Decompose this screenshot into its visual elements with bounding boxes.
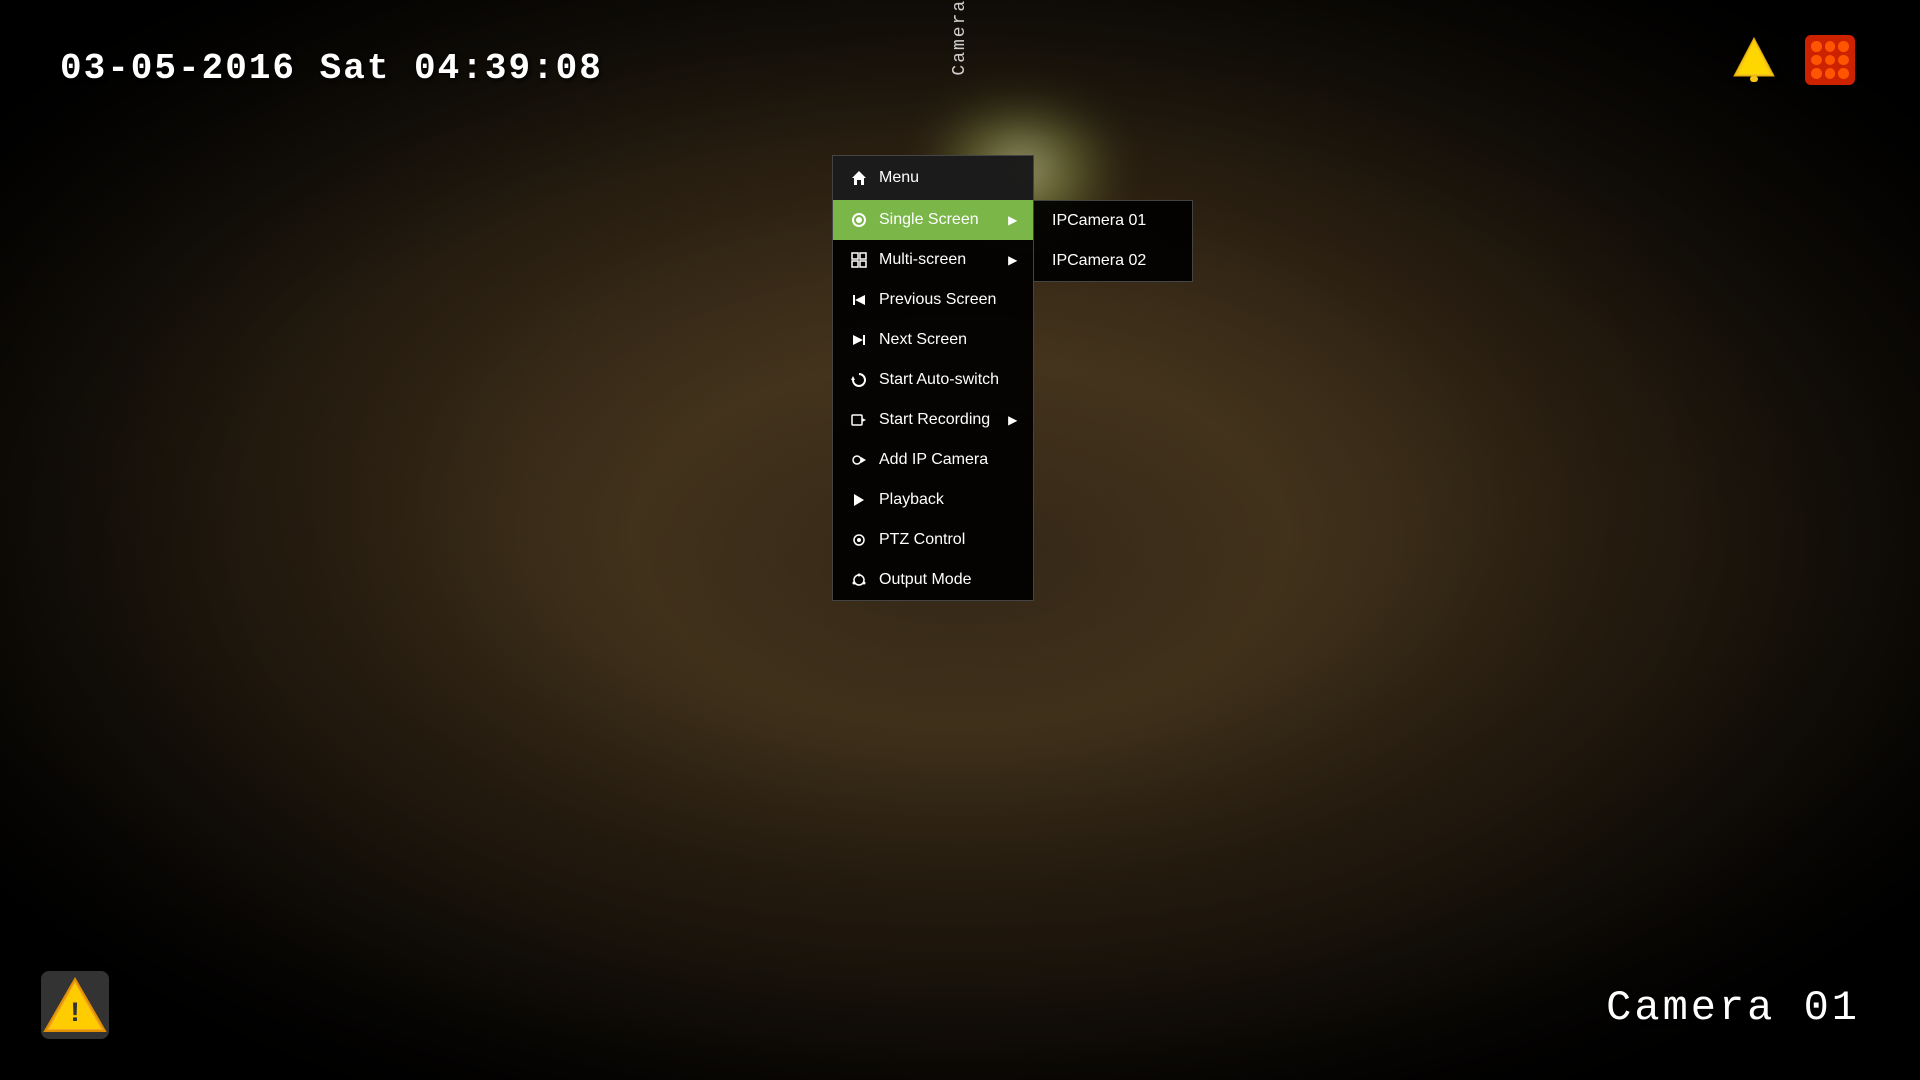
start-recording-label: Start Recording xyxy=(879,411,990,429)
add-ip-camera-icon xyxy=(849,450,869,470)
start-recording-icon xyxy=(849,410,869,430)
output-mode-label: Output Mode xyxy=(879,571,1017,589)
multi-screen-label: Multi-screen xyxy=(879,251,990,269)
start-recording-arrow: ▶ xyxy=(1008,413,1017,427)
multi-screen-icon xyxy=(849,250,869,270)
menu-item-single-screen[interactable]: Single Screen ▶ IPCamera 01 IPCamera 02 xyxy=(833,200,1033,240)
menu-item-playback[interactable]: Playback xyxy=(833,480,1033,520)
menu-item-next-screen[interactable]: Next Screen xyxy=(833,320,1033,360)
top-right-icons xyxy=(1724,30,1860,90)
add-ip-camera-label: Add IP Camera xyxy=(879,451,1017,469)
ipcamera-02-label: IPCamera 02 xyxy=(1052,252,1146,270)
ptz-control-label: PTZ Control xyxy=(879,531,1017,549)
menu-label: Menu xyxy=(879,169,1017,187)
bell-icon[interactable] xyxy=(1724,30,1784,90)
menu-item-add-ip-camera[interactable]: Add IP Camera xyxy=(833,440,1033,480)
output-mode-icon xyxy=(849,570,869,590)
playback-label: Playback xyxy=(879,491,1017,509)
submenu-ipcamera-01[interactable]: IPCamera 01 xyxy=(1034,201,1192,241)
menu-item-menu[interactable]: Menu xyxy=(833,156,1033,200)
record-dots-icon[interactable] xyxy=(1800,30,1860,90)
previous-screen-icon xyxy=(849,290,869,310)
menu-item-output-mode[interactable]: Output Mode xyxy=(833,560,1033,600)
single-screen-icon xyxy=(849,210,869,230)
single-screen-label: Single Screen xyxy=(879,211,990,229)
next-screen-label: Next Screen xyxy=(879,331,1017,349)
menu-item-ptz-control[interactable]: PTZ Control xyxy=(833,520,1033,560)
playback-icon xyxy=(849,490,869,510)
menu-home-icon xyxy=(849,168,869,188)
auto-switch-icon xyxy=(849,370,869,390)
camera-top-label: Camera 01 xyxy=(950,0,970,76)
previous-screen-label: Previous Screen xyxy=(879,291,1017,309)
svg-text:!: ! xyxy=(67,999,84,1030)
context-menu: Menu Single Screen ▶ IPCamera 01 IPCamer… xyxy=(832,155,1034,601)
warning-icon[interactable]: ! xyxy=(40,970,110,1040)
menu-item-start-recording[interactable]: Start Recording ▶ xyxy=(833,400,1033,440)
submenu-ipcamera-02[interactable]: IPCamera 02 xyxy=(1034,241,1192,281)
single-screen-arrow: ▶ xyxy=(1008,213,1017,227)
single-screen-submenu: IPCamera 01 IPCamera 02 xyxy=(1033,200,1193,282)
next-screen-icon xyxy=(849,330,869,350)
menu-item-previous-screen[interactable]: Previous Screen xyxy=(833,280,1033,320)
ipcamera-01-label: IPCamera 01 xyxy=(1052,212,1146,230)
auto-switch-label: Start Auto-switch xyxy=(879,371,1017,389)
multi-screen-arrow: ▶ xyxy=(1008,253,1017,267)
menu-item-start-auto-switch[interactable]: Start Auto-switch xyxy=(833,360,1033,400)
menu-item-multi-screen[interactable]: Multi-screen ▶ xyxy=(833,240,1033,280)
camera-label: Camera 01 xyxy=(1606,984,1860,1032)
ptz-control-icon xyxy=(849,530,869,550)
timestamp: 03-05-2016 Sat 04:39:08 xyxy=(60,48,603,89)
